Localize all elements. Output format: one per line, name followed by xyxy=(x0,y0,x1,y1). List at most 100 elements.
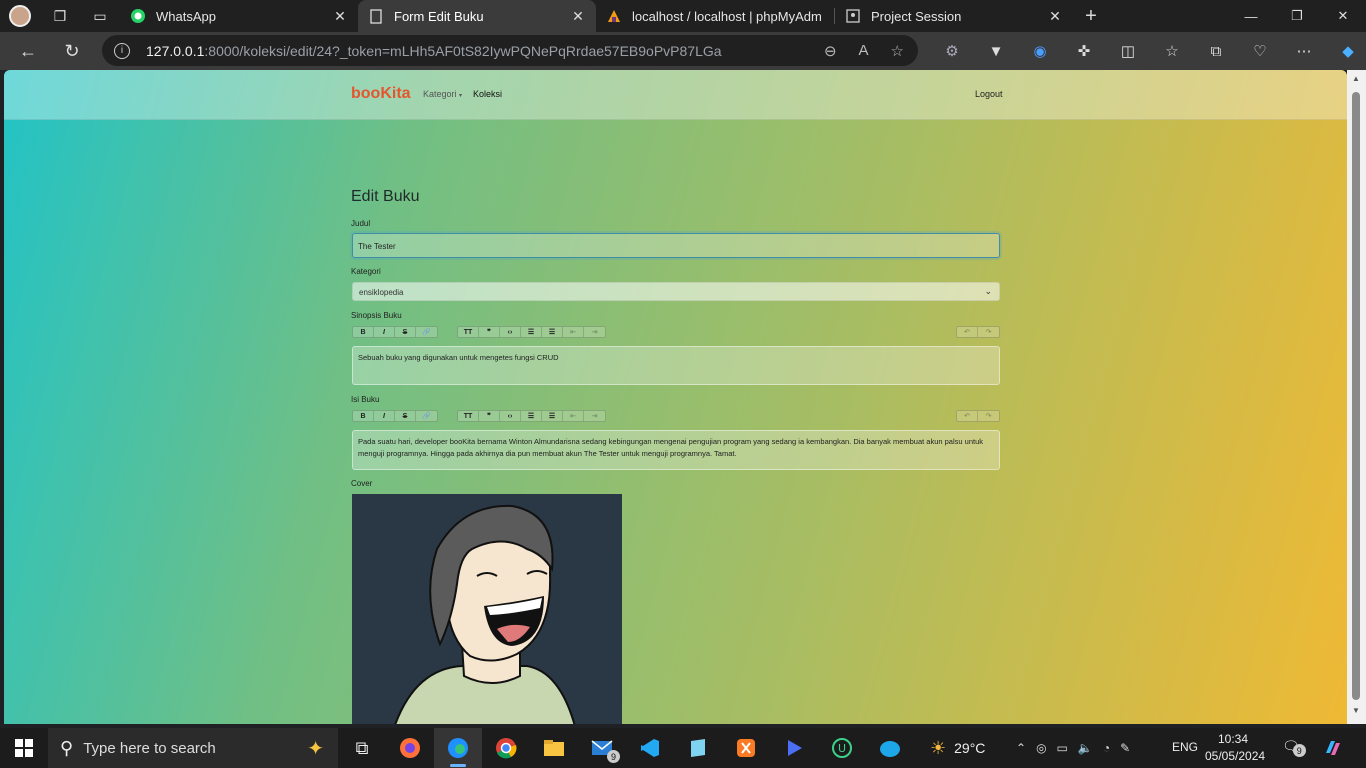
weather-widget[interactable]: ☀ 29°C xyxy=(930,728,985,768)
sinopsis-editor[interactable]: Sebuah buku yang digunakan untuk mengete… xyxy=(352,346,1000,385)
redo-button[interactable]: ↷ xyxy=(978,411,999,421)
site-info-icon[interactable]: i xyxy=(114,42,130,59)
block-group: TT ❞ ‹› ☰ ☰ ⇤ ⇥ xyxy=(457,326,606,338)
address-bar[interactable]: i 127.0.0.1:8000/koleksi/edit/24?_token=… xyxy=(102,35,918,66)
bullet-list-button[interactable]: ☰ xyxy=(521,411,542,421)
gear-extension-icon[interactable]: ⚙ xyxy=(930,42,974,60)
tab-actions-icon[interactable]: ▭ xyxy=(80,0,120,32)
collections-icon[interactable]: ⧉ xyxy=(1194,43,1238,60)
new-tab-button[interactable]: + xyxy=(1073,0,1109,32)
close-window-icon[interactable]: ✕ xyxy=(1320,0,1366,32)
code-button[interactable]: ‹› xyxy=(500,411,521,421)
redo-button[interactable]: ↷ xyxy=(978,327,999,337)
undo-button[interactable]: ↶ xyxy=(957,327,978,337)
strike-button[interactable]: S xyxy=(395,411,416,421)
meet-now-icon[interactable]: ◎ xyxy=(1036,741,1046,755)
copilot-icon[interactable]: ◆ xyxy=(1326,42,1366,60)
kategori-select[interactable]: ensiklopedia ⌄ xyxy=(352,282,1000,301)
task-view-icon[interactable]: ⧉ xyxy=(338,728,386,768)
indent-button[interactable]: ⇥ xyxy=(584,411,605,421)
volume-icon[interactable]: 🔈 xyxy=(1078,741,1093,755)
pen-icon[interactable]: ✎ xyxy=(1120,741,1130,755)
favorite-star-icon[interactable]: ☆ xyxy=(891,42,904,60)
format-group: B I S 🔗 xyxy=(352,326,438,338)
number-list-button[interactable]: ☰ xyxy=(542,327,563,337)
bullet-list-button[interactable]: ☰ xyxy=(521,327,542,337)
read-aloud-icon[interactable]: A xyxy=(859,42,869,59)
quote-button[interactable]: ❞ xyxy=(479,327,500,337)
bold-button[interactable]: B xyxy=(353,411,374,421)
notes-app-icon[interactable] xyxy=(674,728,722,768)
scroll-up-icon[interactable]: ▲ xyxy=(1352,74,1360,83)
outdent-button[interactable]: ⇤ xyxy=(563,327,584,337)
italic-button[interactable]: I xyxy=(374,327,395,337)
zoom-icon[interactable]: ⊖ xyxy=(824,42,837,60)
edge-extension-icon[interactable]: ◉ xyxy=(1018,42,1062,60)
isi-editor[interactable]: Pada suatu hari, developer booKita berna… xyxy=(352,430,1000,470)
scroll-thumb[interactable] xyxy=(1352,92,1360,700)
url-text: 127.0.0.1:8000/koleksi/edit/24?_token=mL… xyxy=(146,43,722,59)
number-list-button[interactable]: ☰ xyxy=(542,411,563,421)
page-scrollbar[interactable]: ▲ ▼ xyxy=(1347,70,1366,724)
clock[interactable]: 10:34 05/05/2024 xyxy=(1205,731,1265,765)
clock-time: 10:34 xyxy=(1217,732,1249,746)
tab-form-edit-buku[interactable]: Form Edit Buku ✕ xyxy=(358,0,596,32)
windows-start-button[interactable] xyxy=(0,728,48,768)
code-button[interactable]: ‹› xyxy=(500,327,521,337)
taskbar-search[interactable]: ⚲ Type here to search ✦ xyxy=(48,728,338,768)
more-options-icon[interactable]: ⋯ xyxy=(1282,42,1326,60)
chrome-icon[interactable] xyxy=(482,728,530,768)
performance-icon[interactable]: ♡ xyxy=(1238,42,1282,60)
firefox-icon[interactable] xyxy=(386,728,434,768)
edge-icon[interactable] xyxy=(434,728,482,768)
tab-phpmyadmin[interactable]: localhost / localhost | phpMyAdm xyxy=(596,0,834,32)
link-button[interactable]: 🔗 xyxy=(416,327,437,337)
file-explorer-icon[interactable] xyxy=(530,728,578,768)
refresh-icon[interactable]: ↻ xyxy=(50,32,94,70)
mail-icon[interactable]: 9 xyxy=(578,728,626,768)
heading-button[interactable]: TT xyxy=(458,411,479,421)
close-icon[interactable]: ✕ xyxy=(332,8,348,25)
close-icon[interactable]: ✕ xyxy=(1047,8,1063,25)
app-cloud-icon[interactable] xyxy=(866,728,914,768)
strike-button[interactable]: S xyxy=(395,327,416,337)
scroll-down-icon[interactable]: ▼ xyxy=(1352,706,1360,715)
heading-button[interactable]: TT xyxy=(458,327,479,337)
upwork-icon[interactable]: U xyxy=(818,728,866,768)
outdent-button[interactable]: ⇤ xyxy=(563,411,584,421)
tab-project-session[interactable]: Project Session ✕ xyxy=(835,0,1073,32)
chevron-up-icon[interactable]: ⌃ xyxy=(1016,741,1026,755)
language-indicator[interactable]: ENG xyxy=(1172,740,1198,754)
back-icon[interactable]: ← xyxy=(6,32,50,70)
xampp-icon[interactable] xyxy=(722,728,770,768)
undo-button[interactable]: ↶ xyxy=(957,411,978,421)
favorites-icon[interactable]: ☆ xyxy=(1150,42,1194,60)
wifi-icon[interactable]: ◔ xyxy=(1103,741,1110,755)
url-host: 127.0.0.1 xyxy=(146,42,205,59)
bold-button[interactable]: B xyxy=(353,327,374,337)
close-icon[interactable]: ✕ xyxy=(570,8,586,25)
vue-devtools-icon[interactable]: ▼ xyxy=(974,43,1018,60)
italic-button[interactable]: I xyxy=(374,411,395,421)
profile-avatar[interactable] xyxy=(0,0,40,32)
nav-kategori[interactable]: Kategori ▾ xyxy=(423,89,462,99)
extensions-icon[interactable]: ✜ xyxy=(1062,42,1106,60)
minimize-icon[interactable]: — xyxy=(1228,0,1274,32)
logout-link[interactable]: Logout xyxy=(975,89,1003,99)
indent-button[interactable]: ⇥ xyxy=(584,327,605,337)
copilot-taskbar-icon[interactable] xyxy=(1322,737,1344,764)
vscode-icon[interactable] xyxy=(626,728,674,768)
judul-input[interactable]: The Tester xyxy=(352,233,1000,258)
split-screen-icon[interactable]: ◫ xyxy=(1106,42,1150,60)
workspaces-icon[interactable]: ❐ xyxy=(40,0,80,32)
nav-koleksi[interactable]: Koleksi xyxy=(473,89,502,99)
tab-whatsapp[interactable]: WhatsApp ✕ xyxy=(120,0,358,32)
power-automate-icon[interactable] xyxy=(770,728,818,768)
battery-icon[interactable]: ▭ xyxy=(1057,741,1068,755)
restore-icon[interactable]: ❐ xyxy=(1274,0,1320,32)
isi-label: Isi Buku xyxy=(351,395,380,404)
notification-center-icon[interactable]: 🗨 9 xyxy=(1282,738,1306,757)
link-button[interactable]: 🔗 xyxy=(416,411,437,421)
quote-button[interactable]: ❞ xyxy=(479,411,500,421)
brand-logo[interactable]: booKita xyxy=(351,85,411,103)
